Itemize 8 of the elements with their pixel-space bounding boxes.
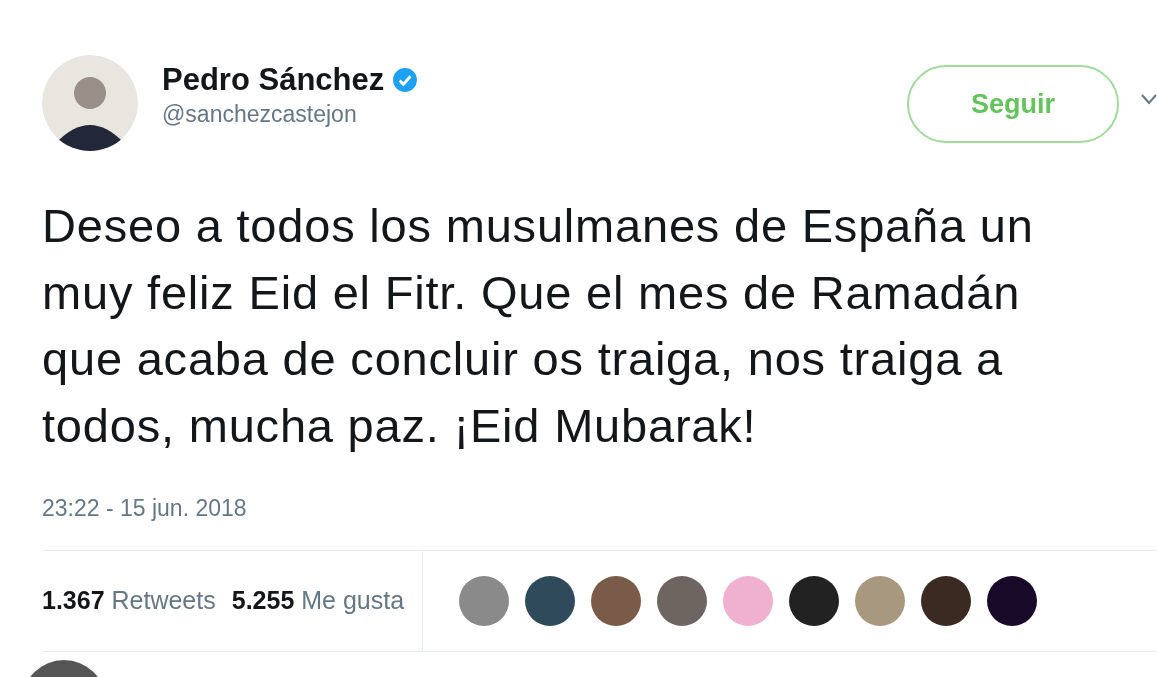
tweet-timestamp[interactable]: 23:22 - 15 jun. 2018 [42, 491, 1157, 526]
avatar-silhouette[interactable] [42, 55, 138, 151]
stat-count[interactable]: 5.255 Me gusta [231, 581, 405, 620]
author-handle[interactable]: @sanchezcastejon [162, 97, 419, 132]
stat-count[interactable]: 1.367 Retweets [42, 581, 216, 620]
chevron-icon[interactable] [1141, 93, 1157, 105]
author-name[interactable]: Pedro Sánchez [162, 63, 385, 98]
tweet-text: Deseo a todos los musulmanes de España un muy feliz Eid el Fitr. Que el mes de Ramadán que acaba de concluir os traiga, nos traiga a todos, mucha paz. ¡Eid Mubarak! [42, 198, 1035, 454]
